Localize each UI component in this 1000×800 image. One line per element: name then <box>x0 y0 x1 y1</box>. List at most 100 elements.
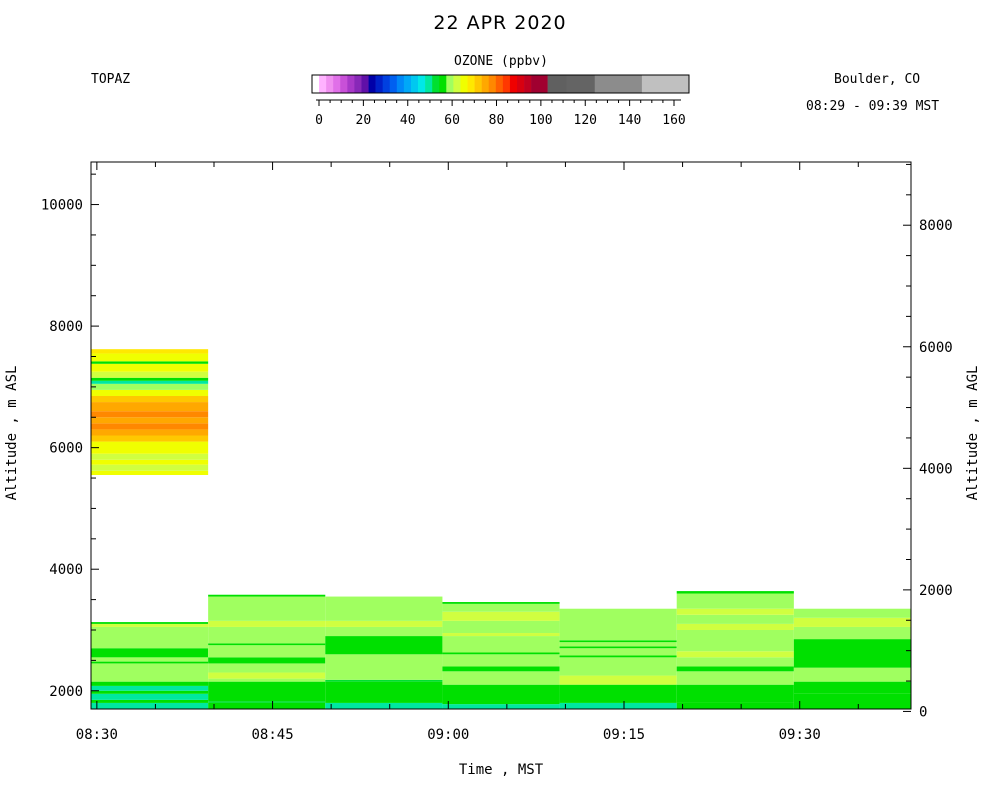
ozone-cell <box>91 353 209 362</box>
ozone-cell <box>559 640 677 643</box>
ozone-curtain-chart: 0 20 40 60 80 100 120 140 160 08:30 08:45 09:00 09:… <box>41 74 953 743</box>
ozone-cell <box>91 417 209 424</box>
ozone-cell <box>442 603 560 612</box>
ozone-cell <box>559 646 677 649</box>
ozone-cell <box>793 681 911 694</box>
ozone-cell <box>442 636 560 653</box>
ozone-cell <box>442 684 560 705</box>
colorbar-tick-label: 140 <box>618 113 641 128</box>
ozone-cell <box>91 429 209 436</box>
y-tick-label-left: 4000 <box>49 562 83 578</box>
ozone-cell <box>208 672 326 679</box>
ozone-cell <box>208 620 326 627</box>
colorbar-tick-label: 60 <box>444 113 460 128</box>
ozone-cell <box>325 679 443 682</box>
colorbar-swatch <box>382 75 391 93</box>
ozone-cell <box>91 389 209 396</box>
ozone-cell <box>91 380 209 384</box>
colorbar-swatch <box>488 75 497 93</box>
colorbar-swatch <box>502 75 511 93</box>
y-tick-label-right: 6000 <box>919 340 953 356</box>
y-tick-label-right: 4000 <box>919 461 953 477</box>
ozone-cell <box>676 623 794 630</box>
ozone-cell <box>676 629 794 652</box>
colorbar-swatch <box>439 75 447 93</box>
colorbar-swatch <box>418 75 426 93</box>
colorbar-swatch <box>509 75 518 93</box>
colorbar-swatch <box>361 75 369 93</box>
ozone-cell <box>676 671 794 685</box>
y-tick-label-right: 0 <box>919 704 927 720</box>
ozone-cell <box>325 636 443 655</box>
y-tick-label-right: 2000 <box>919 583 953 599</box>
colorbar: 0 20 40 60 80 100 120 140 160 <box>311 74 690 128</box>
colorbar-swatch <box>396 75 405 93</box>
colorbar-swatch <box>495 75 504 93</box>
ozone-cell <box>208 643 326 646</box>
ozone-cell <box>676 593 794 609</box>
ozone-cell <box>559 657 677 676</box>
ozone-cell <box>91 453 209 460</box>
ozone-cell <box>208 678 326 682</box>
ozone-cell <box>559 684 677 703</box>
ozone-cell <box>442 602 560 604</box>
colorbar-swatch <box>474 75 482 93</box>
ozone-cell <box>559 648 677 656</box>
ozone-cell <box>325 681 443 703</box>
ozone-cell <box>91 411 209 418</box>
ozone-cell <box>442 671 560 685</box>
ozone-cell <box>91 626 209 649</box>
colorbar-swatch <box>354 75 362 93</box>
ozone-cell <box>208 663 326 673</box>
ozone-cell <box>325 654 443 680</box>
ozone-cell <box>559 608 677 641</box>
colorbar-swatch <box>368 75 376 93</box>
colorbar-tick-label: 160 <box>662 113 685 128</box>
ozone-cell <box>91 383 209 390</box>
ozone-cell <box>91 402 209 412</box>
colorbar-swatch <box>389 75 398 93</box>
ozone-cell <box>208 702 326 709</box>
ozone-cell <box>559 675 677 685</box>
x-tick-label: 08:30 <box>76 727 118 743</box>
ozone-cell <box>676 657 794 667</box>
ozone-cell <box>91 648 209 658</box>
ozone-cell <box>793 626 911 640</box>
ozone-cell <box>91 702 209 709</box>
colorbar-swatch <box>481 75 490 93</box>
ozone-cell <box>676 651 794 658</box>
data-cells <box>91 349 911 709</box>
ozone-cell <box>559 655 677 658</box>
ozone-cell <box>91 459 209 465</box>
ozone-cell <box>442 633 560 637</box>
colorbar-tick-label: 40 <box>400 113 416 128</box>
ozone-cell <box>208 645 326 658</box>
ozone-cell <box>91 395 209 403</box>
colorbar-swatch <box>312 75 320 93</box>
colorbar-tick-label: 80 <box>489 113 505 128</box>
colorbar-swatch <box>425 75 433 93</box>
colorbar-swatch <box>340 75 348 93</box>
x-tick-label: 08:45 <box>251 727 293 743</box>
ozone-cell <box>91 363 209 372</box>
ozone-cell <box>442 666 560 672</box>
colorbar-swatch <box>446 75 454 93</box>
ozone-cell <box>793 639 911 668</box>
colorbar-swatch <box>326 75 334 93</box>
x-tick-label: 09:00 <box>427 727 469 743</box>
y-tick-label-left: 2000 <box>49 684 83 700</box>
colorbar-swatch <box>641 75 690 93</box>
colorbar-swatch <box>524 75 532 93</box>
colorbar-swatch <box>460 75 468 93</box>
ozone-cell <box>208 657 326 664</box>
ozone-cell <box>676 684 794 703</box>
x-tick-label: 09:30 <box>779 727 821 743</box>
ozone-cell <box>793 608 911 618</box>
ozone-cell <box>91 464 209 471</box>
colorbar-swatch <box>432 75 440 93</box>
ozone-cell <box>91 361 209 364</box>
ozone-cell <box>559 642 677 647</box>
ozone-cell <box>91 681 209 686</box>
ozone-cell <box>208 596 326 621</box>
ozone-cell <box>91 435 209 442</box>
